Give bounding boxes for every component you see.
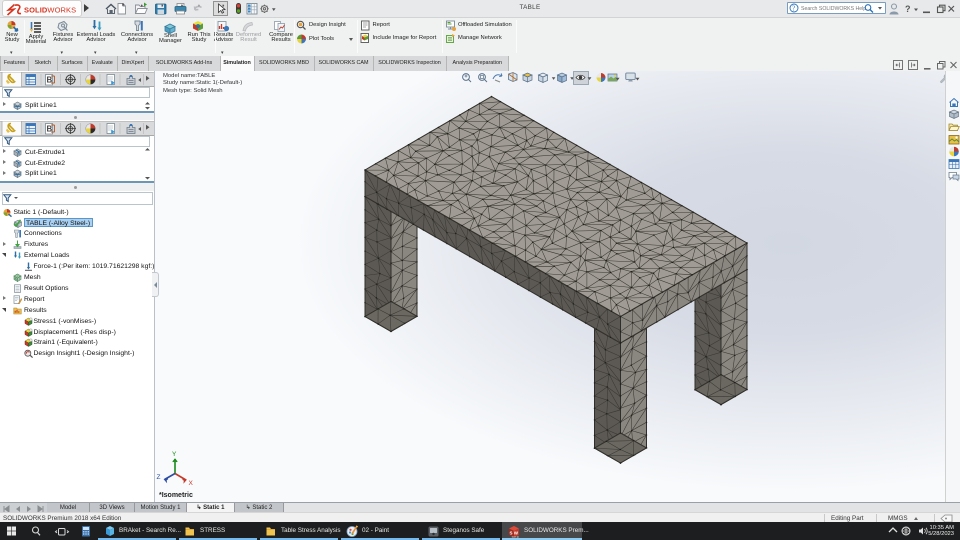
svg-text:?: ? <box>905 4 911 14</box>
svg-text:X: X <box>189 480 194 487</box>
svg-text:?: ? <box>792 5 795 13</box>
svg-text:SOLIDWORKS: SOLIDWORKS <box>24 6 76 15</box>
svg-text:Z: Z <box>157 474 161 481</box>
svg-text:Search SOLIDWORKS Help: Search SOLIDWORKS Help <box>801 6 866 12</box>
svg-text:Y: Y <box>172 451 177 458</box>
